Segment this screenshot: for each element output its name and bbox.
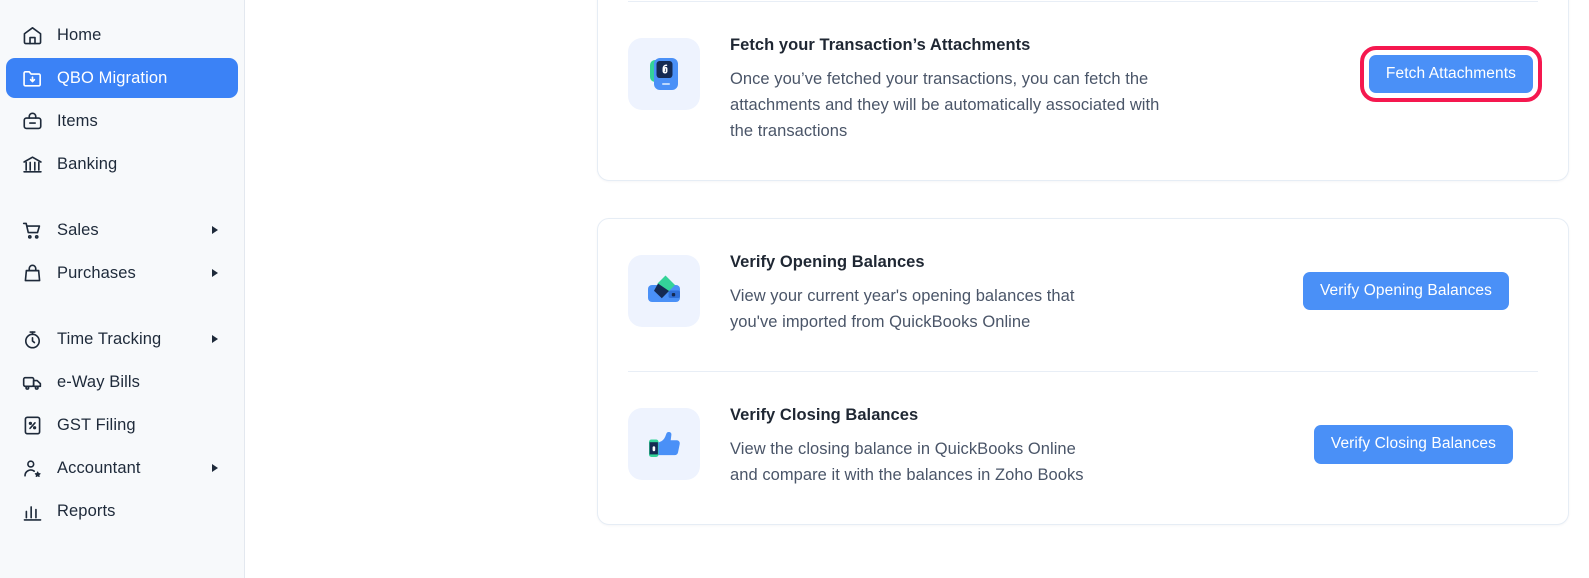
- row-text: Fetch your Transaction’s Attachments Onc…: [700, 36, 1210, 144]
- sidebar-item-label: e-Way Bills: [57, 372, 140, 391]
- bar-chart-icon: [20, 499, 44, 523]
- cart-icon: [20, 218, 44, 242]
- sidebar-divider-1: [0, 187, 244, 207]
- row-action: Fetch Attachments: [1359, 36, 1543, 112]
- sidebar-item-qbo-migration[interactable]: QBO Migration: [6, 58, 238, 98]
- chevron-right-icon[interactable]: [212, 335, 218, 343]
- row-description: Once you’ve fetched your transactions, y…: [730, 70, 1160, 141]
- sidebar-item-label: Home: [57, 25, 102, 44]
- row-action: Verify Opening Balances: [1302, 253, 1509, 329]
- attachment-document-icon: [628, 38, 700, 110]
- row-title: Verify Closing Balances: [730, 406, 919, 425]
- sidebar-item-label: GST Filing: [57, 415, 136, 434]
- sidebar-item-gst-filing[interactable]: GST Filing: [6, 405, 238, 445]
- chevron-right-icon[interactable]: [212, 269, 218, 277]
- app-root: Home QBO Migration Items Banking Sales P…: [0, 0, 1589, 578]
- sidebar-item-eway-bills[interactable]: e-Way Bills: [6, 362, 238, 402]
- sidebar-item-label: Accountant: [57, 458, 141, 477]
- migration-steps-list: Fetch your Transaction’s Attachments Onc…: [597, 0, 1569, 562]
- wallet-icon: [628, 255, 700, 328]
- row-title: Fetch your Transaction’s Attachments: [730, 36, 1031, 54]
- row-description: View your current year's opening balance…: [730, 287, 1075, 332]
- percent-document-icon: [20, 413, 44, 437]
- card-inner: Verify Opening Balances View your curren…: [598, 219, 1568, 524]
- sidebar-item-label: Sales: [57, 220, 99, 239]
- sidebar-item-home[interactable]: Home: [6, 15, 238, 55]
- sidebar-item-label: Reports: [57, 501, 116, 520]
- sidebar-group-transactions: Sales Purchases: [0, 210, 244, 293]
- row-verify-opening-balances: Verify Opening Balances View your curren…: [628, 219, 1538, 371]
- row-title: Verify Opening Balances: [730, 253, 925, 272]
- card-verify-balances: Verify Opening Balances View your curren…: [597, 218, 1569, 526]
- sidebar-item-purchases[interactable]: Purchases: [6, 253, 238, 293]
- fetch-attachments-button[interactable]: Fetch Attachments: [1359, 45, 1543, 103]
- sidebar-item-accountant[interactable]: Accountant: [6, 448, 238, 488]
- sidebar-item-items[interactable]: Items: [6, 101, 238, 141]
- row-text: Verify Closing Balances View the closing…: [700, 406, 1130, 488]
- home-icon: [20, 23, 44, 47]
- sidebar-item-time-tracking[interactable]: Time Tracking: [6, 319, 238, 359]
- bag-icon: [20, 261, 44, 285]
- basket-icon: [20, 109, 44, 133]
- sidebar: Home QBO Migration Items Banking Sales P…: [0, 0, 245, 578]
- sidebar-item-sales[interactable]: Sales: [6, 210, 238, 250]
- sidebar-group-primary: Home QBO Migration Items Banking: [0, 15, 244, 184]
- sidebar-item-banking[interactable]: Banking: [6, 144, 238, 184]
- sidebar-item-label: Banking: [57, 154, 118, 173]
- sidebar-item-reports[interactable]: Reports: [6, 491, 238, 531]
- card-fetch-attachments: Fetch your Transaction’s Attachments Onc…: [597, 0, 1569, 182]
- sidebar-item-label: QBO Migration: [57, 68, 168, 87]
- row-description: View the closing balance in QuickBooks O…: [730, 440, 1084, 485]
- folder-migration-icon: [20, 66, 44, 90]
- sidebar-item-label: Items: [57, 111, 98, 130]
- row-verify-closing-balances: Verify Closing Balances View the closing…: [628, 371, 1538, 524]
- sidebar-item-label: Purchases: [57, 263, 136, 282]
- truck-icon: [20, 370, 44, 394]
- card-inner: Fetch your Transaction’s Attachments Onc…: [598, 0, 1568, 180]
- main-content: Fetch your Transaction’s Attachments Onc…: [245, 0, 1589, 578]
- verify-closing-balances-button[interactable]: Verify Closing Balances: [1313, 425, 1513, 464]
- bank-icon: [20, 152, 44, 176]
- row-fetch-attachments: Fetch your Transaction’s Attachments Onc…: [628, 1, 1543, 180]
- verify-opening-balances-button[interactable]: Verify Opening Balances: [1302, 271, 1509, 311]
- row-text: Verify Opening Balances View your curren…: [700, 253, 1145, 335]
- chevron-right-icon[interactable]: [212, 226, 218, 234]
- sidebar-divider-2: [0, 296, 244, 316]
- person-star-icon: [20, 456, 44, 480]
- sidebar-group-other: Time Tracking e-Way Bills GST Filing Acc…: [0, 319, 244, 531]
- row-action: Verify Closing Balances: [1313, 406, 1513, 482]
- sidebar-item-label: Time Tracking: [57, 329, 162, 348]
- stopwatch-icon: [20, 327, 44, 351]
- thumbs-up-icon: [628, 408, 700, 481]
- chevron-right-icon[interactable]: [212, 464, 218, 472]
